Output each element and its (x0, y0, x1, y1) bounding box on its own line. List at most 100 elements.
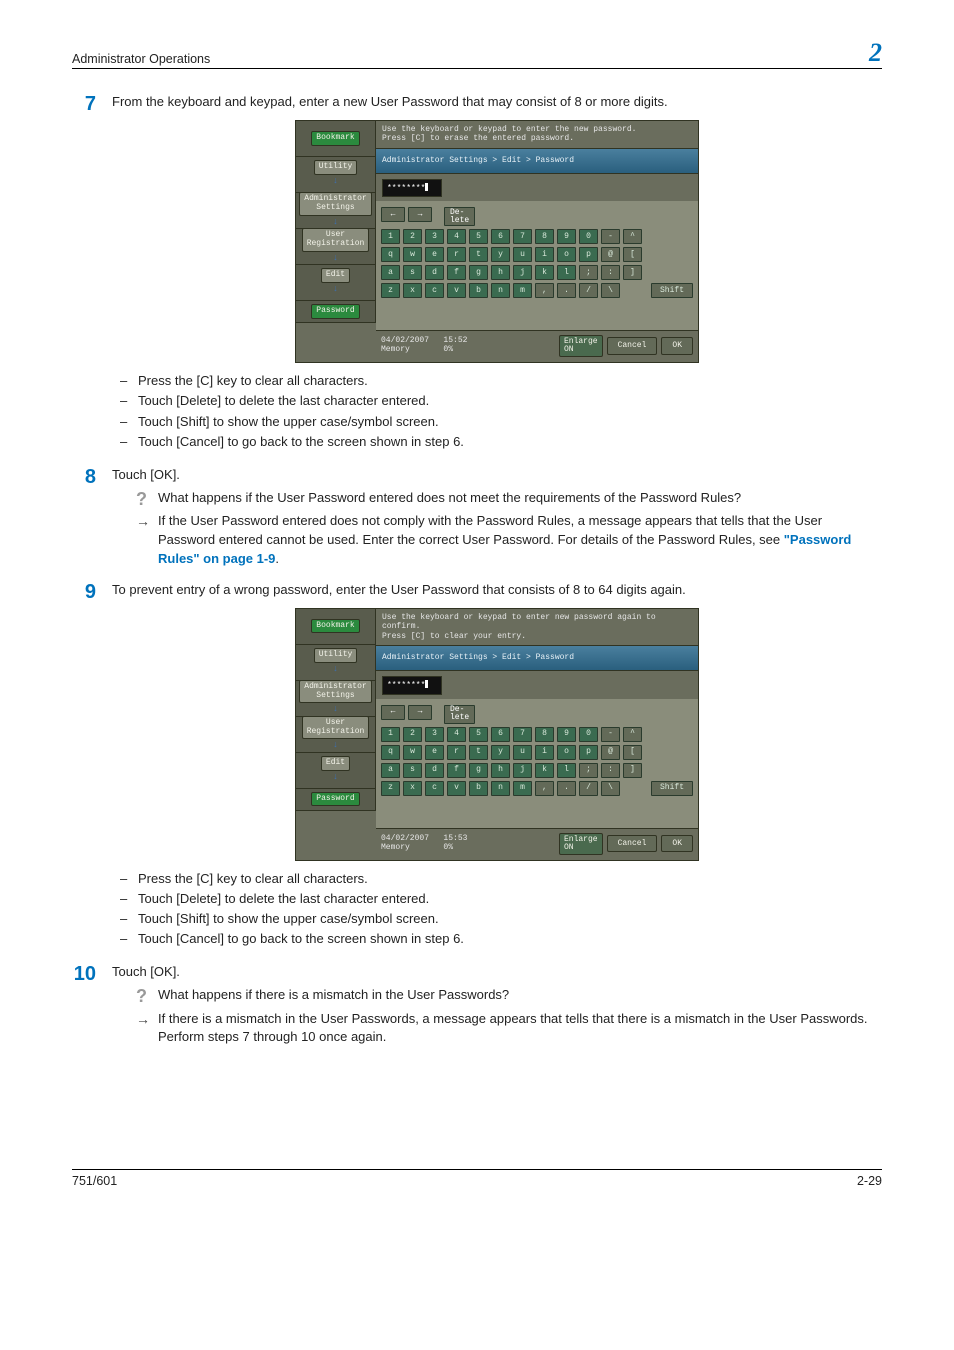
utility-button[interactable]: Utility (314, 160, 358, 175)
key-:[interactable]: : (601, 265, 620, 280)
password-input[interactable]: ******** (382, 179, 442, 198)
key-j[interactable]: j (513, 763, 532, 778)
ok-button[interactable]: OK (661, 835, 693, 853)
key-t[interactable]: t (469, 745, 488, 760)
key-[[interactable]: [ (623, 247, 642, 262)
key-s[interactable]: s (403, 265, 422, 280)
arrow-right-key[interactable]: → (408, 705, 432, 720)
key-^[interactable]: ^ (623, 229, 642, 244)
key-w[interactable]: w (403, 745, 422, 760)
key-z[interactable]: z (381, 283, 400, 298)
key-d[interactable]: d (425, 265, 444, 280)
key-u[interactable]: u (513, 247, 532, 262)
key-w[interactable]: w (403, 247, 422, 262)
password-input[interactable]: ******** (382, 676, 442, 695)
enlarge-button[interactable]: Enlarge ON (559, 335, 603, 357)
user-registration-button[interactable]: User Registration (302, 716, 370, 740)
key-u[interactable]: u (513, 745, 532, 760)
key-r[interactable]: r (447, 745, 466, 760)
key-q[interactable]: q (381, 247, 400, 262)
user-registration-button[interactable]: User Registration (302, 228, 370, 252)
cancel-button[interactable]: Cancel (607, 337, 658, 355)
admin-settings-button[interactable]: Administrator Settings (299, 680, 371, 704)
key-8[interactable]: 8 (535, 229, 554, 244)
key-0[interactable]: 0 (579, 229, 598, 244)
ok-button[interactable]: OK (661, 337, 693, 355)
key-6[interactable]: 6 (491, 727, 510, 742)
key-y[interactable]: y (491, 247, 510, 262)
key-4[interactable]: 4 (447, 727, 466, 742)
key-8[interactable]: 8 (535, 727, 554, 742)
cancel-button[interactable]: Cancel (607, 835, 658, 853)
key-l[interactable]: l (557, 265, 576, 280)
key-k[interactable]: k (535, 265, 554, 280)
key-4[interactable]: 4 (447, 229, 466, 244)
key-@[interactable]: @ (601, 247, 620, 262)
key-1[interactable]: 1 (381, 229, 400, 244)
key-t[interactable]: t (469, 247, 488, 262)
key-9[interactable]: 9 (557, 229, 576, 244)
key-y[interactable]: y (491, 745, 510, 760)
key-g[interactable]: g (469, 763, 488, 778)
arrow-left-key[interactable]: ← (381, 207, 405, 222)
key-0[interactable]: 0 (579, 727, 598, 742)
arrow-left-key[interactable]: ← (381, 705, 405, 720)
admin-settings-button[interactable]: Administrator Settings (299, 192, 371, 216)
key-:[interactable]: : (601, 763, 620, 778)
key-f[interactable]: f (447, 763, 466, 778)
key--[interactable]: - (601, 727, 620, 742)
key-a[interactable]: a (381, 763, 400, 778)
key-c[interactable]: c (425, 781, 444, 796)
key-2[interactable]: 2 (403, 229, 422, 244)
key-;[interactable]: ; (579, 265, 598, 280)
key-b[interactable]: b (469, 781, 488, 796)
key-r[interactable]: r (447, 247, 466, 262)
key-e[interactable]: e (425, 247, 444, 262)
key-;[interactable]: ; (579, 763, 598, 778)
key-i[interactable]: i (535, 745, 554, 760)
key-5[interactable]: 5 (469, 727, 488, 742)
bookmark-button[interactable]: Bookmark (311, 619, 359, 634)
key-i[interactable]: i (535, 247, 554, 262)
key-k[interactable]: k (535, 763, 554, 778)
key-3[interactable]: 3 (425, 229, 444, 244)
key-e[interactable]: e (425, 745, 444, 760)
key-n[interactable]: n (491, 781, 510, 796)
arrow-right-key[interactable]: → (408, 207, 432, 222)
key-n[interactable]: n (491, 283, 510, 298)
key-.[interactable]: . (557, 781, 576, 796)
key-q[interactable]: q (381, 745, 400, 760)
key--[interactable]: - (601, 229, 620, 244)
key-1[interactable]: 1 (381, 727, 400, 742)
key-^[interactable]: ^ (623, 727, 642, 742)
key-5[interactable]: 5 (469, 229, 488, 244)
key-s[interactable]: s (403, 763, 422, 778)
password-button[interactable]: Password (311, 792, 359, 807)
key-o[interactable]: o (557, 247, 576, 262)
key-@[interactable]: @ (601, 745, 620, 760)
key-d[interactable]: d (425, 763, 444, 778)
shift-key[interactable]: Shift (651, 283, 693, 298)
key-l[interactable]: l (557, 763, 576, 778)
key-h[interactable]: h (491, 763, 510, 778)
shift-key[interactable]: Shift (651, 781, 693, 796)
key-\[interactable]: \ (601, 283, 620, 298)
key-g[interactable]: g (469, 265, 488, 280)
key-7[interactable]: 7 (513, 229, 532, 244)
key-f[interactable]: f (447, 265, 466, 280)
key-.[interactable]: . (557, 283, 576, 298)
key-9[interactable]: 9 (557, 727, 576, 742)
key-j[interactable]: j (513, 265, 532, 280)
edit-button[interactable]: Edit (321, 756, 350, 771)
enlarge-button[interactable]: Enlarge ON (559, 833, 603, 855)
key-m[interactable]: m (513, 283, 532, 298)
key-7[interactable]: 7 (513, 727, 532, 742)
key-p[interactable]: p (579, 247, 598, 262)
key-o[interactable]: o (557, 745, 576, 760)
key-a[interactable]: a (381, 265, 400, 280)
key-x[interactable]: x (403, 283, 422, 298)
password-button[interactable]: Password (311, 304, 359, 319)
utility-button[interactable]: Utility (314, 648, 358, 663)
key-b[interactable]: b (469, 283, 488, 298)
edit-button[interactable]: Edit (321, 268, 350, 283)
